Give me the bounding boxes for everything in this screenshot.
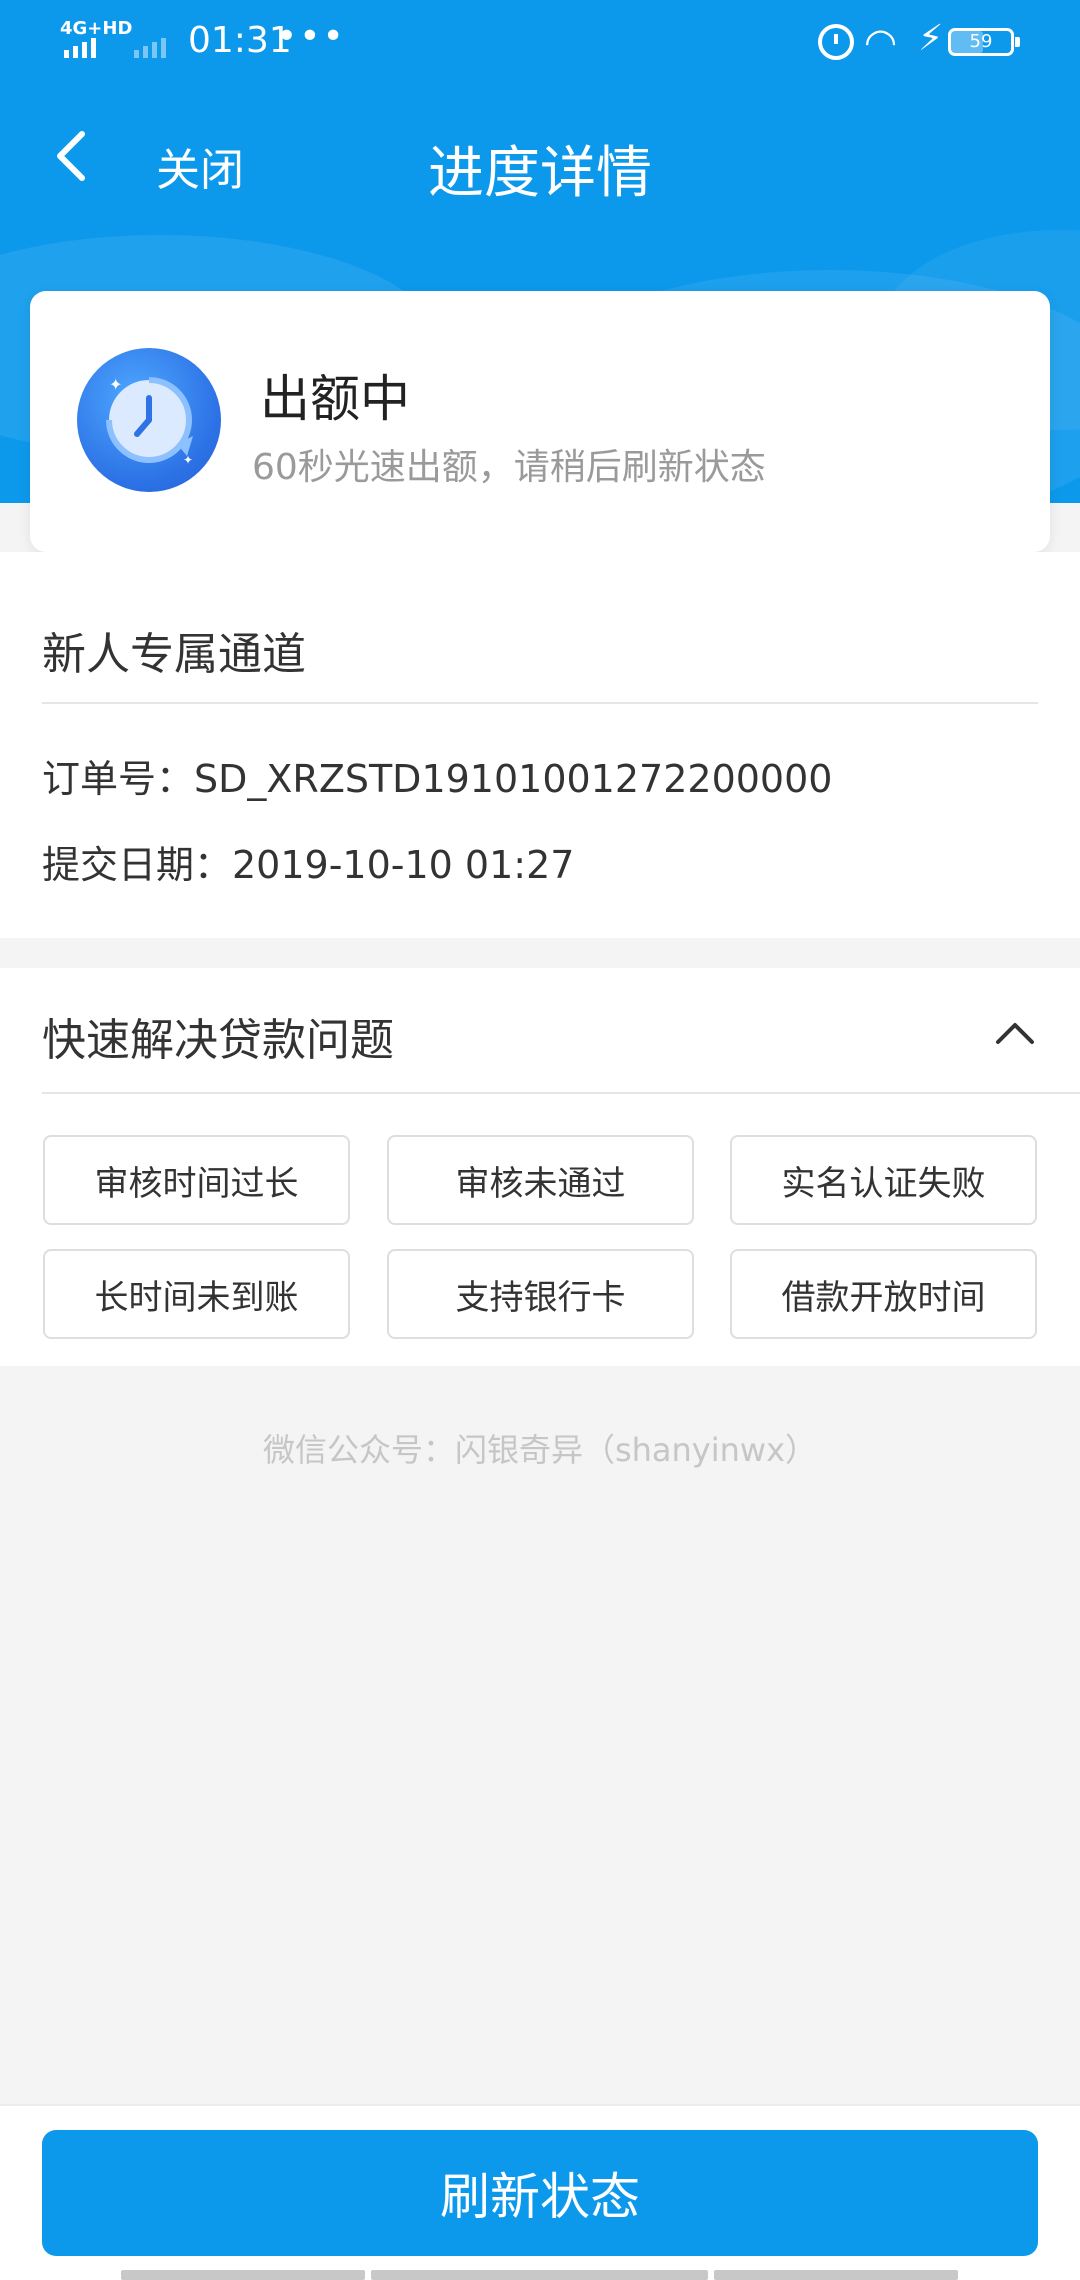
faq-tag-loan-hours[interactable]: 借款开放时间 <box>730 1249 1037 1339</box>
more-icon: ••• <box>276 16 346 57</box>
charging-icon: ⚡ <box>918 18 944 59</box>
battery-level: 59 <box>969 31 993 52</box>
faq-tag-verification-failed[interactable]: 实名认证失败 <box>730 1135 1037 1225</box>
watermark: 微信公众号：闪银奇异（shanyinwx） <box>262 1431 818 1469</box>
status-title: 出额中 <box>260 370 410 428</box>
home-indicator <box>714 2270 958 2280</box>
signal-icon <box>64 38 96 58</box>
wifi-icon: ◠ <box>864 20 898 64</box>
status-subtitle: 60秒光速出额，请稍后刷新状态 <box>252 447 766 488</box>
divider <box>42 1092 1080 1094</box>
svg-text:✦: ✦ <box>109 375 122 394</box>
signal-icon <box>134 38 166 58</box>
submit-date: 提交日期：2019-10-10 01:27 <box>42 843 575 887</box>
alarm-icon <box>818 24 854 60</box>
faq-tag-review-failed[interactable]: 审核未通过 <box>387 1135 694 1225</box>
chevron-up-icon[interactable] <box>992 1012 1038 1052</box>
page-title: 进度详情 <box>428 141 652 206</box>
order-number: 订单号：SD_XRZSTD19101001272200000 <box>42 757 833 801</box>
home-indicator <box>121 2270 365 2280</box>
clock-icon: ✦ ✦ <box>77 348 221 492</box>
faq-tag-not-received[interactable]: 长时间未到账 <box>43 1249 350 1339</box>
faq-tag-supported-cards[interactable]: 支持银行卡 <box>387 1249 694 1339</box>
network-type: 4G+HD <box>60 18 133 39</box>
order-info-panel: 新人专属通道 订单号：SD_XRZSTD19101001272200000 提交… <box>0 552 1080 938</box>
divider <box>42 702 1038 704</box>
faq-tag-review-time[interactable]: 审核时间过长 <box>43 1135 350 1225</box>
channel-label: 新人专属通道 <box>42 629 306 680</box>
status-bar: 4G+HD 01:31 ••• ◠ ⚡ 59 <box>0 0 1080 84</box>
status-card: ✦ ✦ 出额中 60秒光速出额，请稍后刷新状态 <box>30 291 1050 552</box>
svg-text:✦: ✦ <box>183 453 193 467</box>
faq-panel: 快速解决贷款问题 审核时间过长 审核未通过 实名认证失败 长时间未到账 支持银行… <box>0 968 1080 1366</box>
battery-icon: 59 <box>948 28 1020 56</box>
faq-title: 快速解决贷款问题 <box>42 1015 394 1066</box>
home-indicator <box>371 2270 708 2280</box>
refresh-status-button[interactable]: 刷新状态 <box>42 2130 1038 2256</box>
